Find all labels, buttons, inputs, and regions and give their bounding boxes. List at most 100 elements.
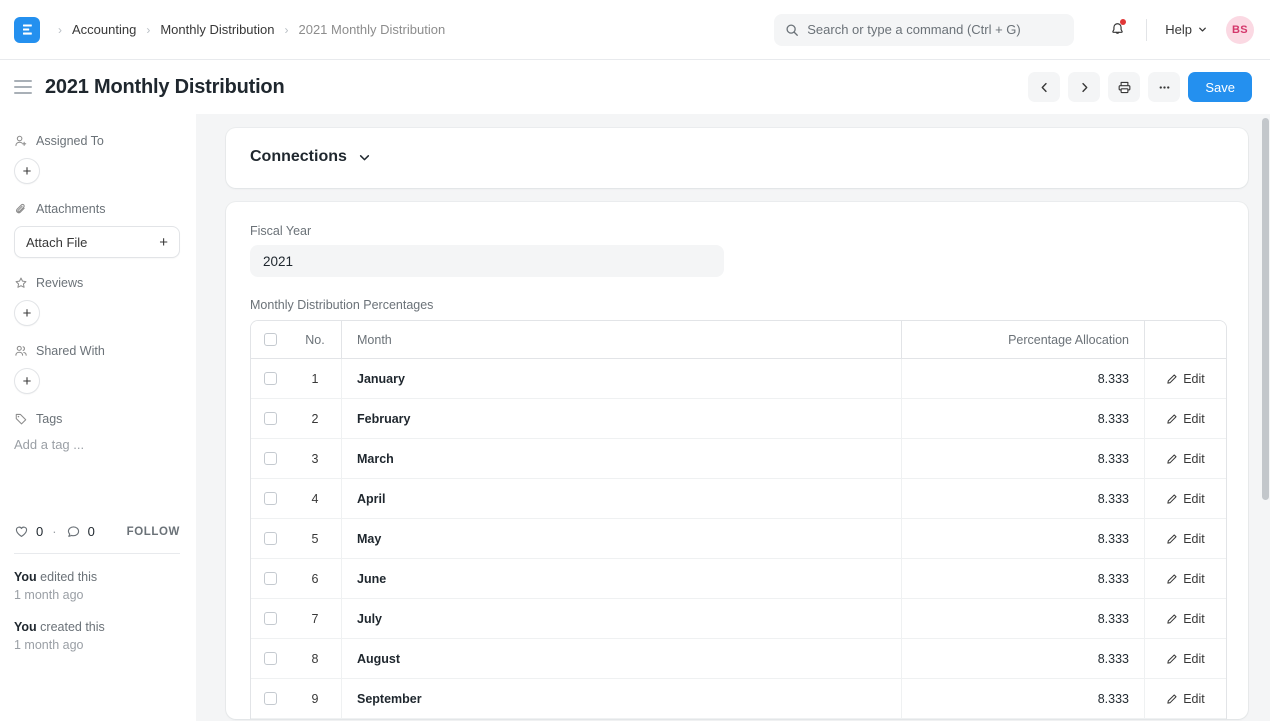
row-month-cell[interactable]: July	[342, 599, 902, 638]
comment-icon[interactable]	[66, 524, 81, 539]
table-row[interactable]: 2February8.333Edit	[251, 399, 1226, 439]
row-checkbox[interactable]	[264, 492, 277, 505]
connections-toggle[interactable]: Connections	[250, 148, 372, 166]
row-select-cell	[251, 359, 289, 398]
add-review-button[interactable]: +	[14, 300, 40, 326]
row-month-cell[interactable]: August	[342, 639, 902, 678]
table-row[interactable]: 8August8.333Edit	[251, 639, 1226, 679]
save-button[interactable]: Save	[1188, 72, 1252, 102]
add-tag-input[interactable]: Add a tag ...	[14, 436, 180, 453]
row-percentage-cell[interactable]: 8.333	[902, 399, 1145, 438]
hamburger-menu-icon[interactable]	[14, 76, 36, 98]
row-month-cell[interactable]: April	[342, 479, 902, 518]
pencil-icon	[1166, 413, 1178, 425]
pencil-icon	[1166, 653, 1178, 665]
notification-badge	[1120, 19, 1126, 25]
row-checkbox[interactable]	[264, 372, 277, 385]
table-section-label: Monthly Distribution Percentages	[250, 298, 1224, 312]
row-month-cell[interactable]: September	[342, 679, 902, 718]
row-percentage-cell[interactable]: 8.333	[902, 639, 1145, 678]
tag-icon	[14, 412, 28, 426]
notifications-button[interactable]	[1100, 14, 1134, 46]
page-scrollbar-thumb[interactable]	[1262, 118, 1269, 500]
next-document-button[interactable]	[1068, 72, 1100, 102]
row-month-cell[interactable]: June	[342, 559, 902, 598]
help-menu[interactable]: Help	[1159, 18, 1214, 41]
table-row[interactable]: 7July8.333Edit	[251, 599, 1226, 639]
row-month-cell[interactable]: March	[342, 439, 902, 478]
page-scrollbar[interactable]	[1262, 60, 1269, 721]
table-row[interactable]: 1January8.333Edit	[251, 359, 1226, 399]
row-checkbox[interactable]	[264, 572, 277, 585]
row-percentage: 8.333	[1098, 692, 1129, 706]
column-header-month: Month	[342, 321, 902, 358]
add-assignment-button[interactable]: +	[14, 158, 40, 184]
table-row[interactable]: 4April8.333Edit	[251, 479, 1226, 519]
follow-button[interactable]: FOLLOW	[127, 526, 180, 538]
print-button[interactable]	[1108, 72, 1140, 102]
select-all-checkbox[interactable]	[264, 333, 277, 346]
prev-document-button[interactable]	[1028, 72, 1060, 102]
page-actions: Save	[1028, 72, 1252, 102]
row-month: June	[357, 572, 386, 586]
main-content: Connections Fiscal Year 2021 Monthly Dis…	[196, 114, 1270, 721]
row-checkbox[interactable]	[264, 612, 277, 625]
breadcrumb-item-monthly-distribution[interactable]: Monthly Distribution	[154, 20, 280, 39]
shared-with-header: Shared With	[14, 344, 180, 358]
avatar[interactable]: BS	[1226, 16, 1254, 44]
row-percentage-cell[interactable]: 8.333	[902, 599, 1145, 638]
chevron-right-icon	[1078, 81, 1091, 94]
row-edit-button[interactable]: Edit	[1145, 359, 1226, 398]
breadcrumb-item-accounting[interactable]: Accounting	[66, 20, 142, 39]
chevron-down-icon	[357, 150, 372, 165]
row-percentage-cell[interactable]: 8.333	[902, 479, 1145, 518]
row-checkbox[interactable]	[264, 452, 277, 465]
row-checkbox[interactable]	[264, 692, 277, 705]
fiscal-year-label: Fiscal Year	[250, 224, 1224, 238]
table-row[interactable]: 9September8.333Edit	[251, 679, 1226, 719]
row-checkbox[interactable]	[264, 532, 277, 545]
more-actions-button[interactable]	[1148, 72, 1180, 102]
table-row[interactable]: 5May8.333Edit	[251, 519, 1226, 559]
row-edit-label: Edit	[1183, 572, 1205, 586]
erpnext-logo-icon[interactable]	[14, 17, 40, 43]
row-percentage-cell[interactable]: 8.333	[902, 559, 1145, 598]
row-edit-button[interactable]: Edit	[1145, 399, 1226, 438]
page-header: 2021 Monthly Distribution	[0, 60, 1270, 114]
row-index: 6	[312, 572, 319, 586]
row-percentage-cell[interactable]: 8.333	[902, 679, 1145, 718]
attach-file-button[interactable]: Attach File +	[14, 226, 180, 258]
row-edit-button[interactable]: Edit	[1145, 559, 1226, 598]
connections-card: Connections	[226, 128, 1248, 188]
row-percentage-cell[interactable]: 8.333	[902, 439, 1145, 478]
row-checkbox[interactable]	[264, 652, 277, 665]
sidebar-section-tags: Tags Add a tag ...	[14, 412, 180, 453]
fiscal-year-input[interactable]: 2021	[250, 245, 724, 277]
row-percentage: 8.333	[1098, 452, 1129, 466]
row-edit-button[interactable]: Edit	[1145, 639, 1226, 678]
heart-icon[interactable]	[14, 524, 29, 539]
row-select-cell	[251, 599, 289, 638]
row-checkbox[interactable]	[264, 412, 277, 425]
row-edit-button[interactable]: Edit	[1145, 679, 1226, 718]
row-month-cell[interactable]: January	[342, 359, 902, 398]
row-index-cell: 7	[289, 599, 342, 638]
search-input[interactable]	[807, 22, 1063, 37]
row-edit-button[interactable]: Edit	[1145, 479, 1226, 518]
row-edit-button[interactable]: Edit	[1145, 599, 1226, 638]
attachments-label: Attachments	[36, 202, 105, 216]
form-card: Fiscal Year 2021 Monthly Distribution Pe…	[226, 202, 1248, 719]
row-month-cell[interactable]: May	[342, 519, 902, 558]
row-edit-button[interactable]: Edit	[1145, 519, 1226, 558]
search-box[interactable]	[774, 14, 1074, 46]
row-percentage-cell[interactable]: 8.333	[902, 519, 1145, 558]
table-row[interactable]: 6 June 8.333 Edit	[251, 559, 1226, 599]
row-index-cell: 2	[289, 399, 342, 438]
activity-actor: You	[14, 620, 37, 634]
page-body: Assigned To + Attachments Attach File +	[0, 114, 1270, 721]
row-month-cell[interactable]: February	[342, 399, 902, 438]
add-share-button[interactable]: +	[14, 368, 40, 394]
row-edit-button[interactable]: Edit	[1145, 439, 1226, 478]
table-row[interactable]: 3March8.333Edit	[251, 439, 1226, 479]
row-percentage-cell[interactable]: 8.333	[902, 359, 1145, 398]
